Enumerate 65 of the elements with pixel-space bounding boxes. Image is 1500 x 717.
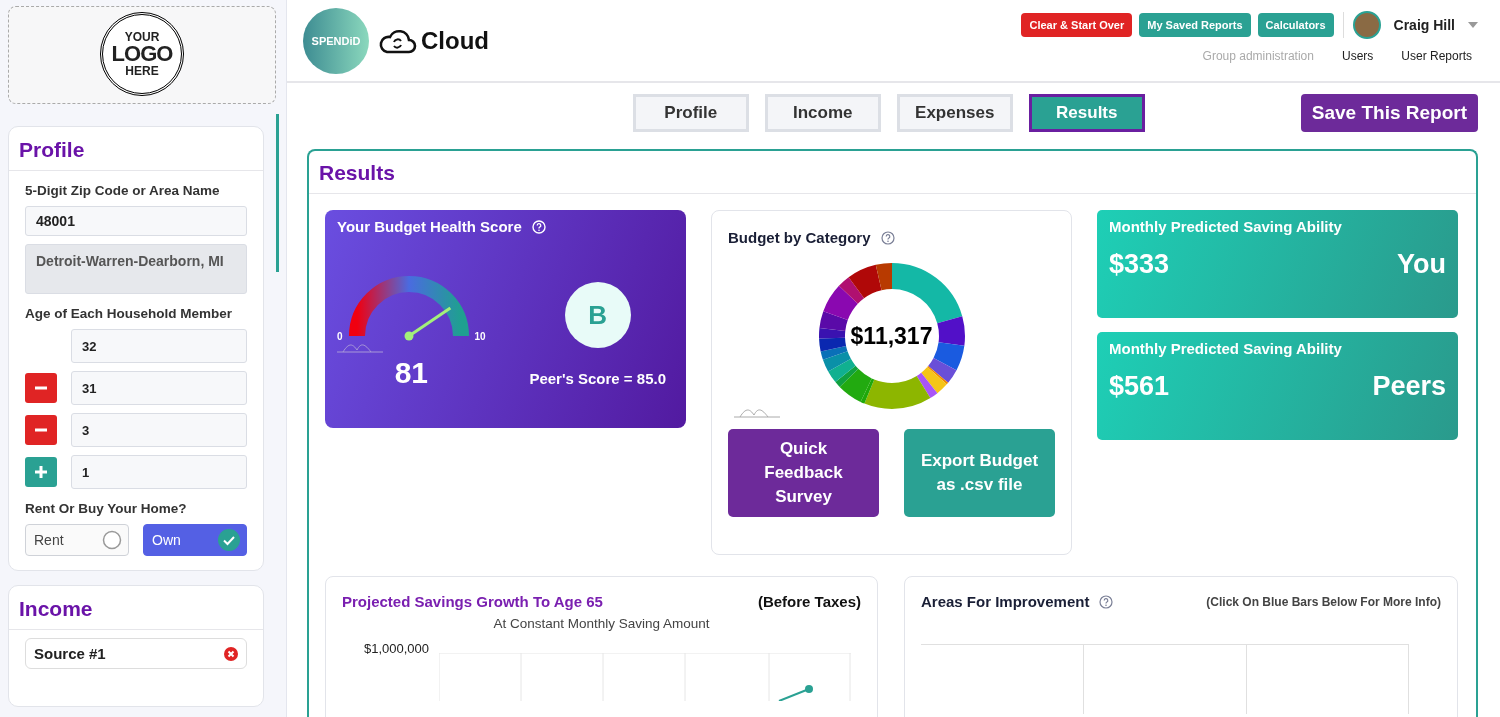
option-label: Own (152, 532, 181, 548)
card-title: Your Budget Health Score (337, 218, 522, 235)
action-button[interactable]: Quick Feedback Survey (728, 429, 879, 517)
option-label: Rent (34, 532, 64, 548)
product-name: Cloud (421, 26, 489, 55)
axis-label: $1,000,000 (364, 641, 430, 656)
logo-text: LOGO (111, 43, 173, 65)
saving-subject: You (1397, 249, 1446, 280)
help-icon[interactable] (880, 230, 895, 245)
chart-subtitle: At Constant Monthly Saving Amount (492, 616, 711, 631)
home-option[interactable]: Own (143, 524, 247, 556)
age-field[interactable]: 31 (71, 371, 247, 405)
card-title: Monthly Predicted Saving Ability (1109, 340, 1343, 357)
scrollbar-thumb[interactable] (276, 114, 279, 272)
saving-subject: Peers (1372, 371, 1446, 402)
source-title: Source #1 (34, 645, 106, 662)
card-title: Budget by Category (728, 229, 871, 246)
nav-link[interactable]: User Reports (1401, 49, 1472, 63)
field-label: Rent Or Buy Your Home? (25, 501, 188, 516)
score-value: 81 (394, 356, 429, 390)
caret-icon[interactable] (1468, 22, 1478, 28)
zip-field[interactable]: 48001 (25, 206, 247, 236)
wave-icon (337, 342, 383, 354)
wave-icon (734, 407, 780, 419)
remove-button[interactable] (25, 373, 57, 403)
tab[interactable]: Profile (632, 94, 749, 132)
section-title: Income (9, 586, 263, 630)
tab[interactable]: Income (764, 94, 881, 132)
check-icon (218, 529, 240, 551)
add-button[interactable] (25, 457, 57, 487)
card-title: Areas For Improvement (921, 593, 1090, 610)
saving-amount: $333 (1109, 249, 1170, 280)
age-field[interactable]: 3 (71, 413, 247, 447)
home-option[interactable]: Rent (25, 524, 129, 556)
user-name[interactable]: Craig Hill (1393, 17, 1455, 33)
budget-total: $11,317 (850, 322, 933, 350)
radio-icon (102, 530, 122, 550)
header-button[interactable]: Clear & Start Over (1021, 13, 1133, 37)
gauge-max-label: 10 (474, 331, 486, 342)
help-icon[interactable] (1099, 594, 1114, 609)
panel-title: Results (309, 151, 1476, 194)
card-note: (Click On Blue Bars Below For More Info) (1206, 594, 1441, 609)
close-icon[interactable] (224, 646, 238, 661)
gauge-min-label: 0 (337, 331, 343, 342)
saving-amount: $561 (1109, 371, 1170, 402)
field-label: 5-Digit Zip Code or Area Name (25, 183, 221, 198)
peer-score: Peer's Score = 85.0 (529, 370, 666, 387)
card-title: Projected Savings Growth To Age 65 (342, 593, 603, 610)
age-field[interactable]: 32 (71, 329, 247, 363)
plus-icon (34, 465, 48, 479)
grade-badge: B (564, 282, 631, 348)
card-title: Monthly Predicted Saving Ability (1109, 218, 1343, 235)
logo-text: YOUR (124, 31, 160, 43)
logo-text: HERE (125, 65, 159, 77)
field-label: Age of Each Household Member (25, 306, 234, 321)
card-note: (Before Taxes) (757, 593, 861, 610)
section-title: Profile (9, 127, 263, 171)
tab[interactable]: Expenses (896, 94, 1013, 132)
brand-text: SPENDiD (311, 34, 361, 47)
nav-link[interactable]: Users (1341, 49, 1374, 63)
age-field[interactable]: 1 (71, 455, 247, 489)
save-report-button[interactable]: Save This Report (1300, 94, 1478, 132)
avatar[interactable] (1352, 11, 1381, 39)
remove-button[interactable] (25, 415, 57, 445)
area-field[interactable]: Detroit-Warren-Dearborn, MI (25, 244, 247, 294)
